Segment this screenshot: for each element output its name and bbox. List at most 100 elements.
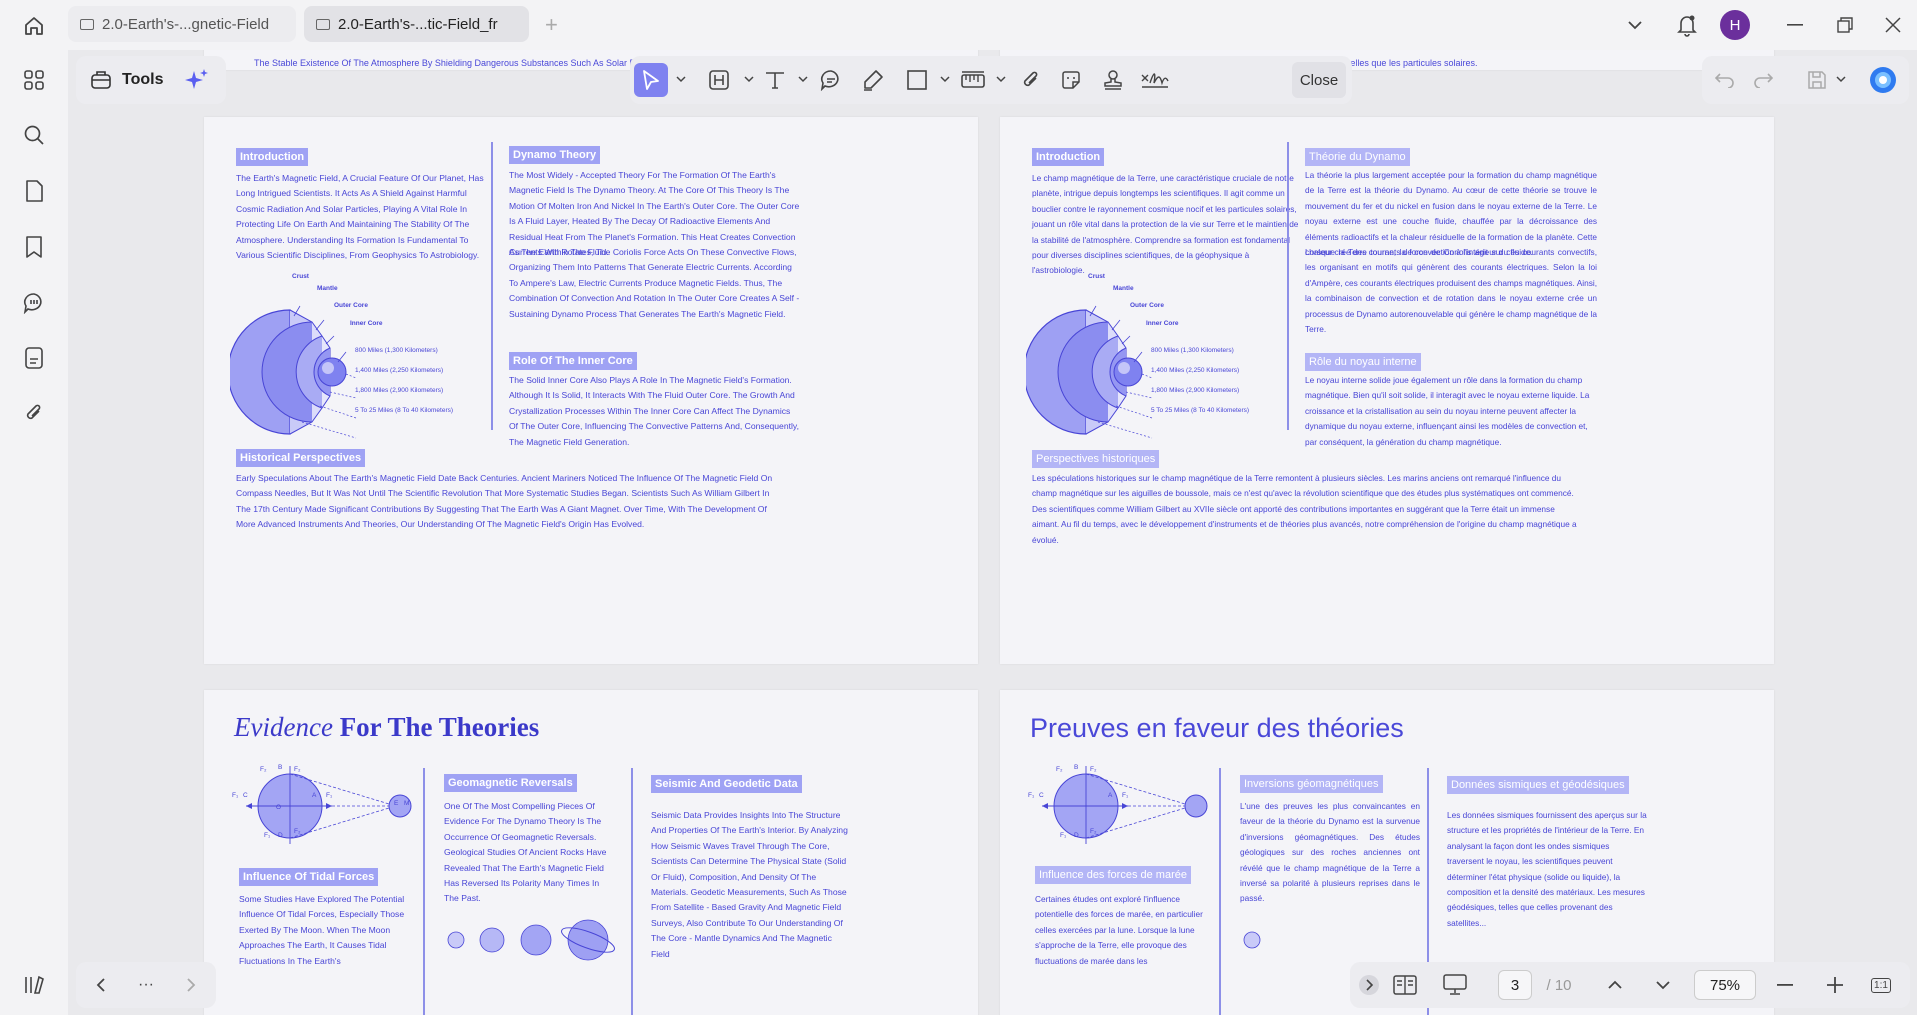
more-button[interactable]: ···	[129, 968, 163, 1002]
highlight-tool-button[interactable]	[856, 63, 890, 97]
sidebar-library-icon	[25, 975, 44, 994]
zoom-in-button[interactable]	[1818, 968, 1852, 1002]
zoom-out-icon	[1777, 984, 1793, 986]
minimize-button[interactable]	[1778, 8, 1812, 42]
fig-label: A	[1108, 792, 1113, 799]
new-tab-button[interactable]: +	[545, 12, 558, 38]
dynamo-text-2: As The Earth Rotates, The Coriolis Force…	[509, 247, 800, 319]
fig-dim: 800 Miles (1,300 Kilometers)	[1151, 347, 1234, 354]
fig-label: C	[1039, 792, 1044, 799]
redo-button[interactable]	[1746, 63, 1780, 97]
comments-button[interactable]	[17, 286, 51, 320]
previous-button[interactable]	[84, 968, 118, 1002]
next-button[interactable]	[174, 968, 208, 1002]
save-button[interactable]	[1800, 63, 1834, 97]
page-en-3: Introduction The Earth's Magnetic Field,…	[204, 117, 978, 664]
tab-document-en[interactable]: 2.0-Earth's-...gnetic-Field	[68, 6, 296, 42]
dynamo-heading: Dynamo Theory	[509, 146, 601, 164]
presentation-button[interactable]	[1438, 968, 1472, 1002]
chevron-down-icon[interactable]	[996, 74, 1006, 84]
column-divider	[1219, 768, 1221, 1015]
page-up-icon	[1608, 980, 1622, 989]
annotation-toolbar: Close	[630, 56, 1352, 104]
fig-label-outer-core: Outer Core	[334, 302, 368, 309]
document-workspace[interactable]: The Stable Existence Of The Atmosphere B…	[70, 50, 1917, 1015]
forms-button[interactable]	[17, 341, 51, 375]
tab-document-icon	[316, 18, 330, 30]
tab-label: 2.0-Earth's-...gnetic-Field	[102, 15, 270, 33]
tidal-heading-fr: Influence des forces de marée	[1035, 866, 1191, 884]
sticker-tool-button[interactable]	[1054, 63, 1088, 97]
fit-button[interactable]: 1:1	[1864, 968, 1898, 1002]
signature-tool-button[interactable]	[1138, 63, 1172, 97]
library-button[interactable]	[17, 967, 51, 1001]
fig-label-outer-core: Outer Core	[1130, 302, 1164, 309]
page-fr-3: Introduction Le champ magnétique de la T…	[1000, 117, 1774, 664]
chevron-down-icon[interactable]	[744, 74, 754, 84]
fig-label: O	[276, 804, 282, 811]
heading-tool-button[interactable]	[702, 63, 736, 97]
tools-label: Tools	[122, 71, 164, 88]
search-button[interactable]	[17, 118, 51, 152]
attachments-button[interactable]	[17, 396, 51, 430]
column-divider	[491, 142, 493, 430]
attach-tool-button[interactable]	[1014, 63, 1048, 97]
fig-label-crust: Crust	[292, 273, 309, 280]
evidence-title-fr: Preuves en faveur des théories	[1030, 713, 1404, 743]
shape-tool-button[interactable]	[900, 63, 934, 97]
page-up-button[interactable]	[1598, 968, 1632, 1002]
column-divider	[631, 768, 633, 1015]
home-button[interactable]	[18, 10, 50, 42]
more-icon: ···	[138, 976, 154, 993]
measure-tool-button[interactable]	[956, 63, 990, 97]
historical-heading: Historical Perspectives	[236, 449, 366, 467]
user-avatar-button[interactable]: H	[1718, 8, 1752, 42]
ai-assistant-icon	[1870, 67, 1896, 93]
chevron-down-icon[interactable]	[940, 74, 950, 84]
fig-label: F₂	[294, 766, 301, 773]
ai-assistant-button[interactable]	[1866, 63, 1900, 97]
historical-text-fr: Les spéculations historiques sur le cham…	[1032, 473, 1577, 545]
seismic-heading: Seismic And Geodetic Data	[651, 775, 802, 793]
notifications-button[interactable]	[1670, 8, 1704, 42]
zoom-out-button[interactable]	[1768, 968, 1802, 1002]
seismic-text: Seismic Data Provides Insights Into The …	[651, 810, 848, 959]
bookmarks-button[interactable]	[17, 230, 51, 264]
current-page-input[interactable]: 3	[1498, 970, 1532, 1000]
chevron-down-icon[interactable]	[1836, 74, 1846, 84]
planets-figure	[447, 919, 615, 961]
text-tool-button[interactable]	[758, 63, 792, 97]
fig-dim: 5 To 25 Miles (8 To 40 Kilometers)	[355, 407, 454, 414]
fig-label: F₂	[294, 828, 301, 835]
tabs-dropdown-button[interactable]	[1618, 8, 1652, 42]
close-window-button[interactable]	[1876, 8, 1910, 42]
comment-tool-button[interactable]	[814, 63, 848, 97]
left-sidebar	[0, 50, 68, 1015]
restore-button[interactable]	[1828, 8, 1862, 42]
history-panel	[1702, 56, 1909, 104]
sparkle-icon[interactable]	[185, 68, 209, 92]
fig-label-inner-core: Inner Core	[350, 320, 383, 327]
chevron-down-icon[interactable]	[798, 74, 808, 84]
apps-button[interactable]	[17, 63, 51, 97]
chevron-down-icon[interactable]	[676, 74, 686, 84]
stamp-tool-button[interactable]	[1096, 63, 1130, 97]
fig-label: B	[1074, 764, 1079, 771]
tidal-text-fr: Certaines études ont exploré l'influence…	[1035, 894, 1203, 966]
stamp-icon	[1104, 70, 1122, 90]
two-page-view-button[interactable]	[1388, 968, 1422, 1002]
select-tool-button[interactable]	[634, 63, 668, 97]
tools-panel[interactable]: Tools	[76, 56, 226, 104]
zoom-level-input[interactable]: 75%	[1694, 970, 1756, 1000]
tab-document-fr[interactable]: 2.0-Earth's-...tic-Field_fr	[304, 6, 529, 42]
undo-button[interactable]	[1708, 63, 1742, 97]
text-icon	[766, 72, 784, 89]
save-icon	[1808, 71, 1826, 89]
heading-icon	[709, 70, 729, 90]
toolbox-icon	[91, 71, 111, 89]
pages-button[interactable]	[17, 174, 51, 208]
expand-button[interactable]	[1352, 968, 1386, 1002]
column-divider	[1287, 142, 1289, 430]
close-toolbar-button[interactable]: Close	[1292, 62, 1346, 98]
page-down-button[interactable]	[1646, 968, 1680, 1002]
